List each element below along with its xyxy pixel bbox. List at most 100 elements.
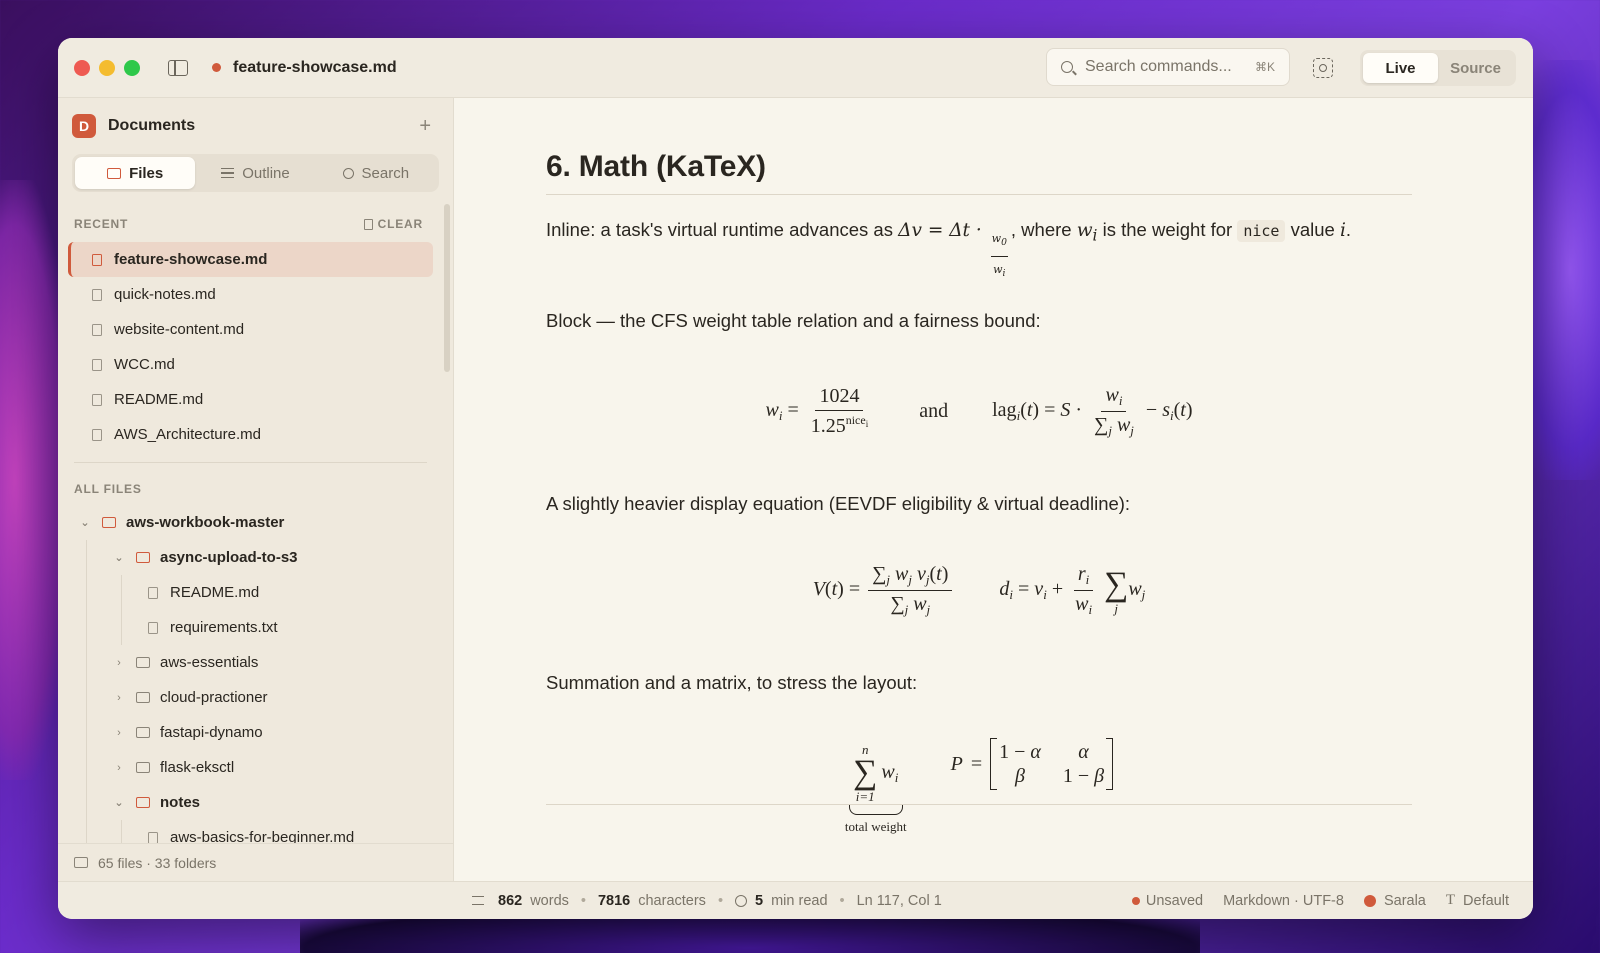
search-icon	[1061, 61, 1073, 73]
sidebar-title: Documents	[108, 117, 196, 134]
paragraph-inline-math: Inline: a task's virtual runtime advance…	[546, 219, 1352, 280]
command-search-shortcut: ⌘K	[1254, 60, 1275, 74]
tree-folder[interactable]: ⌄ async-upload-to-s3	[58, 540, 453, 575]
unsaved-dot	[1131, 896, 1140, 905]
folder-icon	[107, 167, 122, 179]
tree-folder[interactable]: › cloud-practioner	[58, 680, 453, 715]
recent-list: feature-showcase.md quick-notes.md websi…	[58, 242, 453, 452]
paragraph-block-intro: Block — the CFS weight table relation an…	[546, 310, 1041, 332]
tab-outline[interactable]: Outline	[195, 157, 315, 189]
file-icon	[92, 428, 102, 441]
tab-files[interactable]: Files	[75, 157, 196, 189]
file-icon	[92, 358, 102, 371]
folder-icon	[136, 797, 150, 808]
tab-search[interactable]: Search	[316, 157, 436, 189]
folder-icon	[136, 657, 150, 668]
chevron-down-icon: ⌄	[114, 797, 124, 809]
inline-math: wi	[1076, 220, 1098, 245]
titlebar: feature-showcase.md Search commands... ⌘…	[58, 38, 1533, 98]
recent-item[interactable]: AWS_Architecture.md	[68, 417, 433, 452]
recent-item[interactable]: website-content.md	[68, 312, 433, 347]
tree-folder[interactable]: › aws-essentials	[58, 645, 453, 680]
theme-selector[interactable]: Sarala	[1363, 893, 1426, 909]
mode-live-button[interactable]: Live	[1363, 53, 1438, 83]
all-files-section-label: ALL FILES	[74, 482, 142, 496]
document-title: feature-showcase.md	[233, 58, 397, 76]
folder-icon	[74, 857, 88, 868]
tree-folder[interactable]: ⌄ aws-workbook-master	[58, 505, 453, 540]
display-equation-matrix: n ∑ i=1 wi total weight P = 1 − ααβ1 − β	[546, 738, 1412, 840]
command-search-input[interactable]: Search commands... ⌘K	[1046, 48, 1290, 86]
word-count-icon	[472, 896, 484, 905]
text-icon: T	[1445, 892, 1456, 908]
sidebar-toggle-icon[interactable]	[168, 59, 188, 76]
new-document-button[interactable]: +	[419, 115, 431, 138]
sidebar-footer: 65 files · 33 folders	[58, 843, 453, 881]
sidebar-scrollbar[interactable]	[444, 204, 450, 372]
tree-folder[interactable]: ⌄ notes	[58, 785, 453, 820]
clear-recent-button[interactable]: CLEAR	[363, 217, 423, 231]
section-heading: 6. Math (KaTeX)	[546, 150, 1412, 195]
clock-icon	[735, 894, 748, 907]
document-content: 6. Math (KaTeX) Inline: a task's virtual…	[546, 150, 1412, 840]
char-count: 7816	[597, 892, 631, 909]
file-count: 65 files · 33 folders	[98, 854, 217, 871]
palette-icon	[1363, 894, 1376, 907]
file-icon	[148, 621, 158, 634]
read-time: 5	[755, 892, 764, 909]
underbrace	[848, 805, 903, 816]
sidebar-divider	[74, 462, 427, 463]
search-icon	[342, 167, 354, 179]
paragraph-summation: Summation and a matrix, to stress the la…	[546, 672, 918, 694]
chevron-right-icon: ›	[117, 691, 121, 704]
file-icon	[92, 288, 102, 301]
tree-folder[interactable]: › fastapi-dynamo	[58, 715, 453, 750]
chevron-right-icon: ›	[117, 656, 121, 669]
recent-section-label: RECENT CLEAR	[74, 217, 423, 231]
inline-math: Δv = Δt · w0 wi	[898, 220, 1008, 280]
tree-folder[interactable]: › flask-eksctl	[58, 750, 453, 785]
file-icon	[92, 253, 102, 266]
command-search-placeholder: Search commands...	[1085, 58, 1232, 75]
recent-item[interactable]: feature-showcase.md	[68, 242, 433, 277]
workspace-badge: D	[72, 114, 96, 138]
list-icon	[221, 168, 235, 178]
paragraph-eevdf: A slightly heavier display equation (EEV…	[546, 493, 1131, 515]
sidebar: D Documents + Files Outline Search RECEN…	[58, 98, 454, 881]
chevron-right-icon: ›	[117, 726, 121, 739]
chevron-right-icon: ›	[117, 761, 121, 774]
tree-file[interactable]: requirements.txt	[58, 610, 453, 645]
file-icon	[92, 323, 102, 336]
recent-item[interactable]: quick-notes.md	[68, 277, 433, 312]
folder-icon	[136, 727, 150, 738]
recent-item[interactable]: WCC.md	[68, 347, 433, 382]
unsaved-indicator-dot	[212, 63, 221, 72]
file-icon	[148, 831, 158, 844]
folder-icon	[136, 692, 150, 703]
sidebar-tabs: Files Outline Search	[72, 154, 439, 192]
chevron-down-icon: ⌄	[114, 552, 124, 564]
tree-file[interactable]: README.md	[58, 575, 453, 610]
view-mode-toggle: Live Source	[1360, 50, 1516, 86]
trash-icon	[363, 218, 373, 230]
close-window-button[interactable]	[74, 59, 90, 76]
font-selector[interactable]: T Default	[1446, 892, 1509, 909]
app-window: feature-showcase.md Search commands... ⌘…	[58, 38, 1533, 919]
file-format[interactable]: Markdown · UTF-8	[1223, 893, 1344, 909]
file-icon	[92, 393, 102, 406]
mode-source-button[interactable]: Source	[1438, 53, 1513, 83]
display-equation-eevdf: V(t) = ∑j wj vj(t) ∑j wj di = vi + ri wi ∑…	[812, 563, 1146, 618]
horizontal-rule	[546, 804, 1412, 805]
chevron-down-icon: ⌄	[80, 517, 90, 529]
status-bar: 862 words • 7816 characters • 5 min read • …	[58, 881, 1533, 919]
minimize-window-button[interactable]	[99, 59, 115, 76]
editor-pane[interactable]: 6. Math (KaTeX) Inline: a task's virtual…	[454, 98, 1533, 881]
folder-icon	[102, 517, 116, 528]
traffic-lights	[74, 59, 140, 76]
file-icon	[148, 586, 158, 599]
equation-and: and	[919, 400, 949, 423]
cursor-position[interactable]: Ln 117, Col 1	[857, 893, 942, 909]
recent-item[interactable]: README.md	[68, 382, 433, 417]
zoom-window-button[interactable]	[124, 59, 140, 76]
focus-mode-icon[interactable]	[1313, 58, 1333, 78]
